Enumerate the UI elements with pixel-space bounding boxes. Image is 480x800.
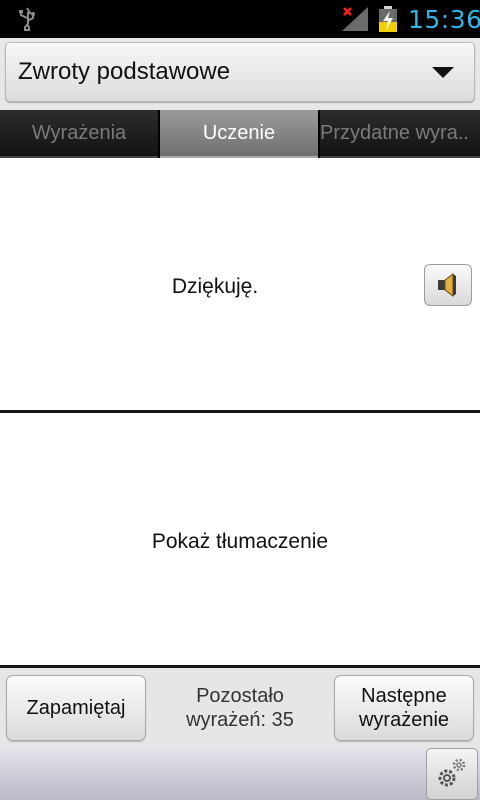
remaining-label: Pozostało: [196, 685, 284, 707]
settings-button[interactable]: [426, 748, 478, 800]
tab-uczenie[interactable]: Uczenie: [160, 110, 318, 158]
battery-charging-icon: [379, 6, 397, 32]
remaining-counter: Pozostało wyrażeń: 35: [150, 684, 330, 732]
phrase-card: Dziękuję.: [0, 158, 480, 411]
divider-line: [0, 410, 480, 413]
tab-przydatne[interactable]: Przydatne wyra..: [320, 110, 480, 158]
chevron-down-icon: [432, 67, 454, 78]
status-bar: 15:36: [0, 0, 480, 38]
clock: 15:36: [408, 5, 480, 34]
next-phrase-label-line2: wyrażenie: [358, 709, 450, 731]
settings-strip: [0, 746, 480, 800]
tab-wyrazenia[interactable]: Wyrażenia: [0, 110, 158, 158]
memorize-button[interactable]: Zapamiętaj: [6, 675, 146, 741]
next-phrase-button[interactable]: Następne wyrażenie: [334, 675, 474, 741]
usb-icon: [19, 7, 35, 31]
remaining-count: wyrażeń: 35: [186, 709, 294, 731]
next-phrase-label-line1: Następne: [361, 685, 447, 707]
phrase-text: Dziękuję.: [171, 275, 259, 298]
bottom-bar: Zapamiętaj Pozostało wyrażeń: 35 Następn…: [0, 668, 480, 746]
speaker-icon: [438, 273, 456, 297]
speak-button[interactable]: [424, 264, 472, 306]
tab-bar: Wyrażenia Uczenie Przydatne wyra..: [0, 110, 480, 158]
no-signal-icon: [342, 7, 368, 31]
translation-card[interactable]: Pokaż tłumaczenie: [0, 414, 480, 666]
top-area: Zwroty podstawowe: [0, 38, 480, 110]
category-spinner[interactable]: Zwroty podstawowe: [5, 42, 475, 102]
show-translation-text[interactable]: Pokaż tłumaczenie: [0, 530, 480, 554]
category-spinner-label: Zwroty podstawowe: [18, 58, 231, 85]
gears-icon: [438, 758, 466, 787]
